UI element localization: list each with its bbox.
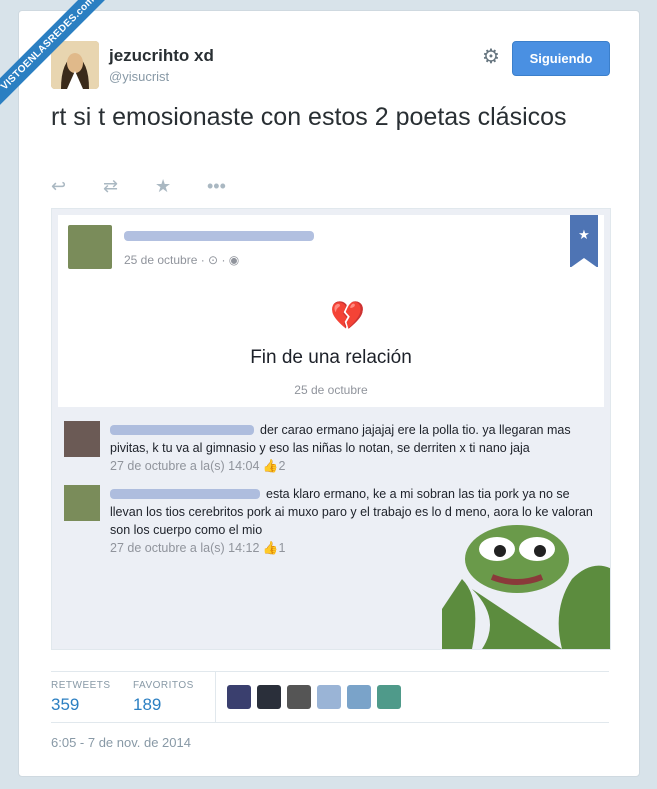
tweet-media[interactable]: 25 de octubre · ⊙ · ◉ ★ 💔 Fin de una rel… (51, 208, 611, 650)
blurred-name (124, 231, 314, 241)
comment-time: 27 de octubre a la(s) 14:12 (110, 541, 260, 555)
reply-icon[interactable]: ↩ (51, 176, 103, 197)
retweets-label: RETWEETS (51, 680, 111, 691)
favorites-label: FAVORITOS (133, 680, 194, 691)
like-icon: 👍 (262, 541, 279, 555)
divider (215, 672, 216, 722)
gear-icon[interactable]: ⚙ (481, 47, 501, 67)
comment-meta: 27 de octubre a la(s) 14:12 👍1 (110, 541, 285, 556)
comment-meta: 27 de octubre a la(s) 14:04 👍2 (110, 459, 285, 474)
tweet-timestamp[interactable]: 6:05 - 7 de nov. de 2014 (51, 735, 191, 750)
pepe-frog-image (442, 525, 610, 649)
comment-time: 27 de octubre a la(s) 14:04 (110, 459, 260, 473)
favorites-stat[interactable]: FAVORITOS 189 (133, 680, 194, 715)
retweets-stat[interactable]: RETWEETS 359 (51, 680, 111, 715)
comment-text: der carao ermano jajajaj ere la polla ti… (110, 423, 571, 455)
watermark-ribbon: VISTOENLASREDES.com (0, 0, 130, 134)
commenter-avatar (64, 485, 100, 521)
favoriter-avatar[interactable] (257, 685, 281, 709)
poster-avatar (68, 225, 112, 269)
tweet-stats: RETWEETS 359 FAVORITOS 189 (51, 671, 609, 723)
favorite-icon[interactable]: ★ (155, 176, 207, 197)
event-title: Fin de una relación (250, 347, 412, 368)
tweet-actions: ↩ ⇄ ★ ••• (51, 176, 259, 197)
favoriter-avatar[interactable] (377, 685, 401, 709)
event-date: 25 de octubre (294, 383, 368, 397)
like-count: 2 (278, 459, 286, 473)
like-icon: 👍 (262, 459, 279, 473)
broken-heart-icon: 💔 (330, 300, 365, 331)
commenter-avatar (64, 421, 100, 457)
like-count: 1 (278, 541, 286, 555)
favoriter-avatar[interactable] (317, 685, 341, 709)
post-date: 25 de octubre · ⊙ · ◉ (124, 253, 240, 267)
favorites-count: 189 (133, 695, 162, 714)
favoriter-avatar[interactable] (347, 685, 371, 709)
watermark-text: VISTOENLASREDES.com (0, 0, 126, 121)
tweet-text: rt si t emosionaste con estos 2 poetas c… (51, 103, 567, 131)
more-icon[interactable]: ••• (207, 176, 259, 197)
following-button[interactable]: Siguiendo (512, 41, 610, 76)
favoriter-avatar[interactable] (287, 685, 311, 709)
facebook-post: 25 de octubre · ⊙ · ◉ ★ 💔 Fin de una rel… (58, 215, 604, 407)
retweets-count: 359 (51, 695, 80, 714)
favoriter-avatar[interactable] (227, 685, 251, 709)
bookmark-icon: ★ (570, 215, 598, 268)
retweet-icon[interactable]: ⇄ (103, 176, 155, 197)
